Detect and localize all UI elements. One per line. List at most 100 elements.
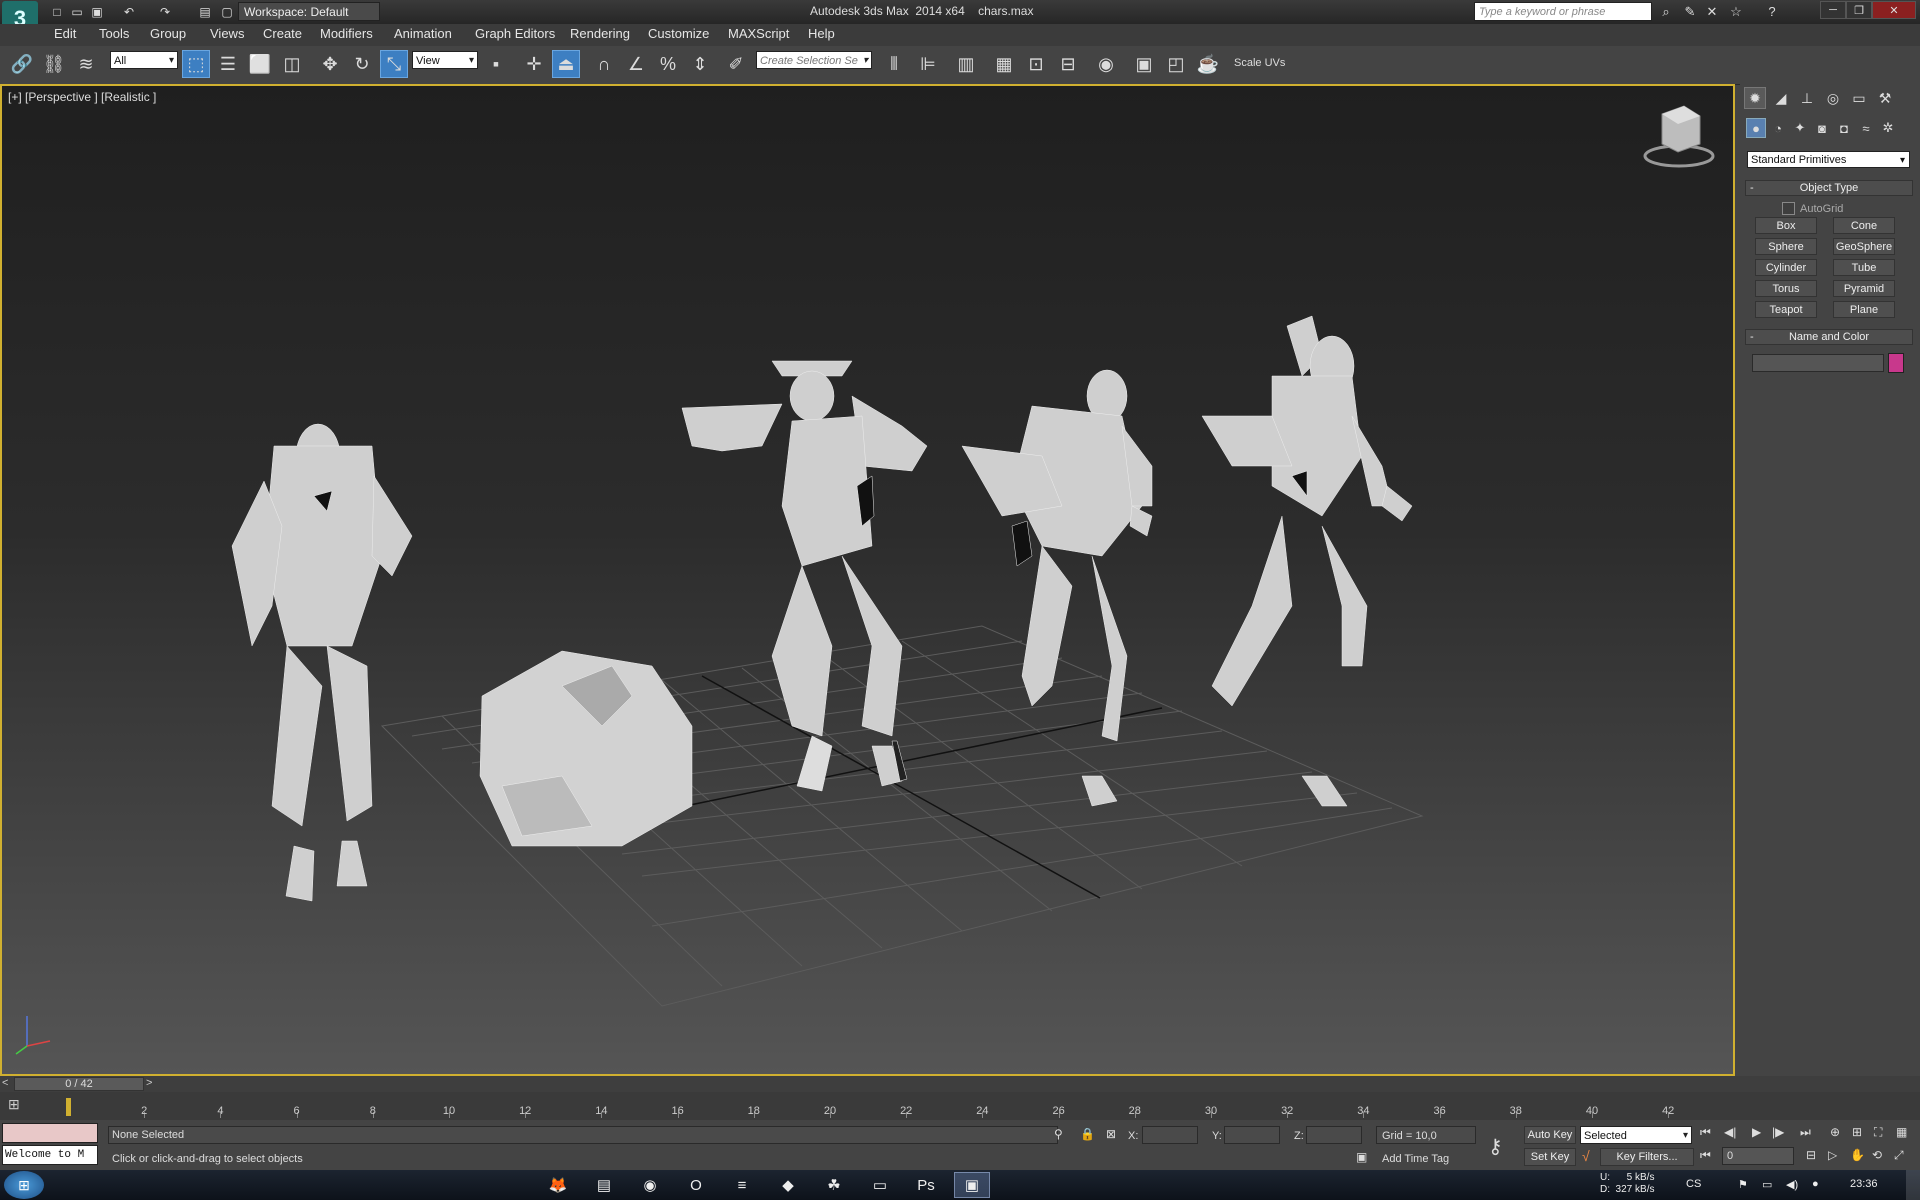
name-and-color-rollout[interactable]: - Name and Color: [1745, 329, 1913, 345]
render-setup-icon[interactable]: ▣: [1130, 50, 1158, 78]
menu-animation[interactable]: Animation: [394, 26, 452, 41]
spotify-icon[interactable]: ≡: [724, 1172, 760, 1198]
space-warps-icon[interactable]: ≈: [1856, 118, 1876, 138]
helpers-icon[interactable]: ◘: [1834, 118, 1854, 138]
sphere-button[interactable]: Sphere: [1755, 238, 1817, 255]
opera-icon[interactable]: O: [678, 1172, 714, 1198]
cameras-icon[interactable]: ◙: [1812, 118, 1832, 138]
pivot-center-icon[interactable]: ▪: [482, 50, 510, 78]
cylinder-button[interactable]: Cylinder: [1755, 259, 1817, 276]
key-mode-dropdown[interactable]: Selected: [1580, 1126, 1692, 1145]
bind-space-warp-icon[interactable]: ≋: [72, 50, 100, 78]
key-mode-toggle-icon[interactable]: ⏮: [1700, 1148, 1711, 1163]
auto-key-button[interactable]: Auto Key: [1524, 1126, 1576, 1144]
current-frame-field[interactable]: 0: [1722, 1147, 1794, 1165]
object-type-rollout[interactable]: - Object Type: [1745, 180, 1913, 196]
layer-manager-icon[interactable]: ▥: [952, 50, 980, 78]
rendered-frame-icon[interactable]: ◰: [1162, 50, 1190, 78]
x-coordinate-field[interactable]: [1142, 1126, 1198, 1144]
save-file-icon[interactable]: ▣: [88, 3, 106, 20]
torus-button[interactable]: Torus: [1755, 280, 1817, 297]
menu-create[interactable]: Create: [263, 26, 302, 41]
go-to-end-icon[interactable]: ⏭: [1800, 1125, 1811, 1140]
open-file-icon[interactable]: ▭: [68, 3, 86, 20]
utilities-tab-icon[interactable]: ⚒: [1874, 87, 1896, 109]
volume-icon[interactable]: ◀): [1786, 1178, 1798, 1191]
set-key-button[interactable]: Set Key: [1524, 1148, 1576, 1166]
scale-icon[interactable]: ⤡: [380, 50, 408, 78]
cone-button[interactable]: Cone: [1833, 217, 1895, 234]
object-name-field[interactable]: [1752, 354, 1884, 372]
key-curve-icon[interactable]: √: [1582, 1148, 1590, 1164]
time-slider-thumb[interactable]: 0 / 42: [14, 1077, 144, 1091]
favorites-icon[interactable]: ☆: [1726, 2, 1746, 21]
orbit-icon[interactable]: ⟲: [1872, 1148, 1882, 1162]
systems-icon[interactable]: ✲: [1878, 118, 1898, 138]
teapot-button[interactable]: Teapot: [1755, 301, 1817, 318]
show-desktop-button[interactable]: [1906, 1170, 1920, 1200]
zoom-extents-icon[interactable]: ⛶: [1874, 1125, 1882, 1140]
selection-filter-dropdown[interactable]: All: [110, 51, 178, 70]
geometry-icon[interactable]: ●: [1746, 118, 1766, 138]
render-teapot-icon[interactable]: ☕: [1194, 50, 1222, 78]
pyramid-button[interactable]: Pyramid: [1833, 280, 1895, 297]
menu-group[interactable]: Group: [150, 26, 186, 41]
geosphere-button[interactable]: GeoSphere: [1833, 238, 1895, 255]
autogrid-checkbox[interactable]: [1782, 202, 1795, 215]
pan-icon[interactable]: ✋: [1850, 1148, 1865, 1162]
track-bar[interactable]: ⊞ 2 4 6 8 10 12 14 16 18 20 22 24 26 28 30 32 34 36 38 40 42: [0, 1092, 1920, 1120]
maximize-viewport-icon[interactable]: ⤢: [1894, 1148, 1904, 1163]
select-manipulate-icon[interactable]: ✛: [520, 50, 548, 78]
mirror-icon[interactable]: ⫴: [880, 50, 908, 78]
primitive-category-dropdown[interactable]: Standard Primitives: [1747, 151, 1910, 169]
flag-icon[interactable]: ⚑: [1738, 1178, 1748, 1191]
3ds-max-taskbar-icon[interactable]: ▣: [954, 1172, 990, 1198]
play-icon[interactable]: ▶: [1752, 1125, 1761, 1139]
tray-app-icon[interactable]: ●: [1812, 1178, 1819, 1190]
absolute-mode-icon[interactable]: ⊠: [1106, 1127, 1116, 1141]
language-indicator[interactable]: CS: [1686, 1178, 1701, 1190]
plane-button[interactable]: Plane: [1833, 301, 1895, 318]
lights-icon[interactable]: ✦: [1790, 118, 1810, 138]
maximize-icon[interactable]: ❐: [1846, 1, 1872, 19]
menu-views[interactable]: Views: [210, 26, 244, 41]
maxscript-listener[interactable]: Welcome to M: [2, 1145, 98, 1165]
time-tag-icon[interactable]: ▣: [1356, 1150, 1367, 1164]
rotate-icon[interactable]: ↻: [348, 50, 376, 78]
move-icon[interactable]: ✥: [316, 50, 344, 78]
taskbar-app-icon[interactable]: 🦊: [540, 1172, 576, 1198]
unlink-icon[interactable]: ⛓: [40, 50, 68, 78]
add-time-tag[interactable]: Add Time Tag: [1382, 1153, 1449, 1165]
shapes-icon[interactable]: ◔: [1768, 118, 1788, 138]
menu-graph-editors[interactable]: Graph Editors: [475, 26, 555, 41]
create-tab-icon[interactable]: ✹: [1744, 87, 1766, 109]
snaps-toggle-icon[interactable]: ∩: [590, 50, 618, 78]
menu-help[interactable]: Help: [808, 26, 835, 41]
box-button[interactable]: Box: [1755, 217, 1817, 234]
scale-uvs-label[interactable]: Scale UVs: [1234, 57, 1285, 69]
taskbar-app-icon[interactable]: ▤: [586, 1172, 622, 1198]
new-file-icon[interactable]: □: [48, 3, 66, 20]
quick-access-icon[interactable]: ▢: [218, 3, 236, 20]
graphite-toggle-icon[interactable]: ▦: [990, 50, 1018, 78]
taskbar-app-icon[interactable]: ☘: [816, 1172, 852, 1198]
previous-key-icon[interactable]: ◀|: [1724, 1125, 1736, 1139]
clock[interactable]: 23:36: [1850, 1178, 1878, 1190]
link-icon[interactable]: 🔗: [8, 50, 36, 78]
minimize-icon[interactable]: ─: [1820, 1, 1846, 19]
menu-maxscript[interactable]: MAXScript: [728, 26, 789, 41]
menu-edit[interactable]: Edit: [54, 26, 76, 41]
next-frame-icon[interactable]: >: [146, 1077, 152, 1089]
reference-coordinate-dropdown[interactable]: View: [412, 51, 478, 70]
modify-tab-icon[interactable]: ◢: [1770, 87, 1792, 109]
rectangular-selection-icon[interactable]: ⬜: [246, 50, 274, 78]
select-by-name-icon[interactable]: ☰: [214, 50, 242, 78]
key-filters-button[interactable]: Key Filters...: [1600, 1148, 1694, 1166]
menu-modifiers[interactable]: Modifiers: [320, 26, 373, 41]
next-key-icon[interactable]: |▶: [1772, 1125, 1784, 1139]
align-icon[interactable]: ⊫: [914, 50, 942, 78]
object-color-swatch[interactable]: [1888, 353, 1904, 373]
zoom-all-icon[interactable]: ⊞: [1852, 1125, 1862, 1139]
z-coordinate-field[interactable]: [1306, 1126, 1362, 1144]
material-editor-icon[interactable]: ◉: [1092, 50, 1120, 78]
